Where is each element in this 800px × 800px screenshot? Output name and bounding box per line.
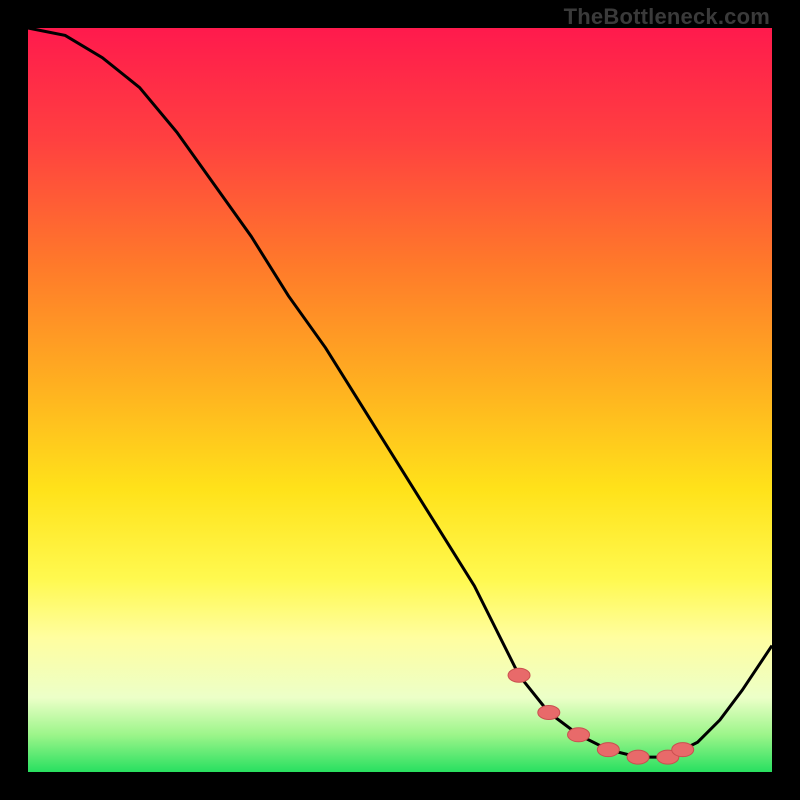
chart-frame: TheBottleneck.com bbox=[0, 0, 800, 800]
curve-svg bbox=[28, 28, 772, 772]
marker-dot bbox=[538, 705, 560, 719]
watermark-text: TheBottleneck.com bbox=[564, 4, 770, 30]
marker-dot bbox=[597, 743, 619, 757]
plot-area bbox=[28, 28, 772, 772]
marker-dot bbox=[568, 728, 590, 742]
recommended-range-markers bbox=[508, 668, 694, 764]
marker-dot bbox=[672, 743, 694, 757]
marker-dot bbox=[627, 750, 649, 764]
marker-dot bbox=[508, 668, 530, 682]
bottleneck-curve bbox=[28, 28, 772, 757]
